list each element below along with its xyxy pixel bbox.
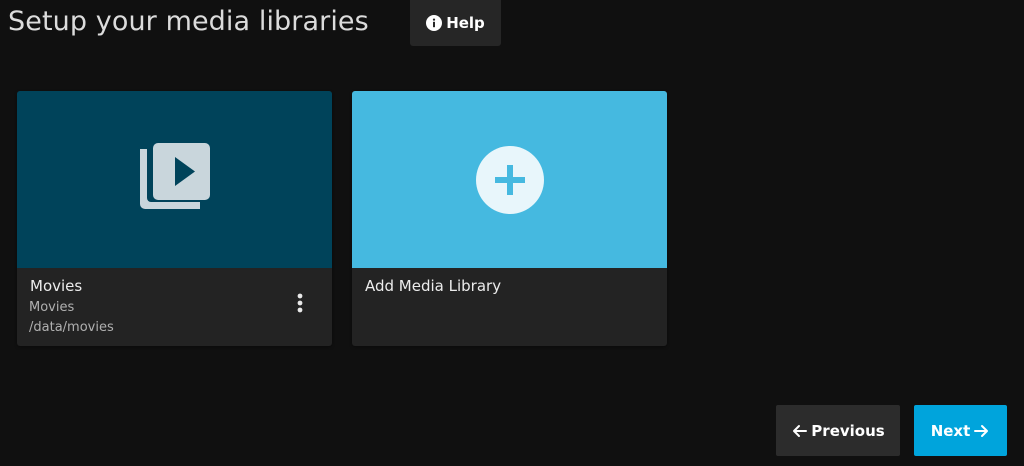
next-label: Next [930, 421, 971, 440]
wizard-page: Setup your media libraries Help Movies M… [0, 0, 1024, 466]
library-path: /data/movies [29, 320, 114, 335]
add-library-footer: Add Media Library [352, 268, 667, 346]
add-library-image[interactable] [352, 91, 667, 268]
next-button[interactable]: Next [914, 405, 1007, 456]
help-button[interactable]: Help [410, 0, 501, 46]
library-card-image[interactable] [17, 91, 332, 268]
library-name: Movies [30, 277, 83, 295]
arrow-left-icon [791, 423, 808, 439]
add-library-label: Add Media Library [365, 277, 502, 295]
add-library-card[interactable]: Add Media Library [352, 91, 667, 346]
arrow-right-icon [974, 423, 990, 439]
info-icon [426, 15, 443, 31]
previous-button[interactable]: Previous [776, 405, 900, 456]
library-type: Movies [29, 300, 75, 315]
video-library-icon [139, 142, 210, 217]
library-card-movies[interactable]: Movies Movies /data/movies [17, 91, 332, 346]
library-menu-button[interactable] [288, 292, 312, 316]
previous-label: Previous [811, 421, 885, 440]
help-label: Help [446, 14, 485, 32]
more-vertical-icon [297, 293, 303, 316]
library-card-footer: Movies Movies /data/movies [17, 268, 332, 346]
plus-circle-icon [475, 145, 544, 214]
page-title: Setup your media libraries [8, 6, 369, 37]
